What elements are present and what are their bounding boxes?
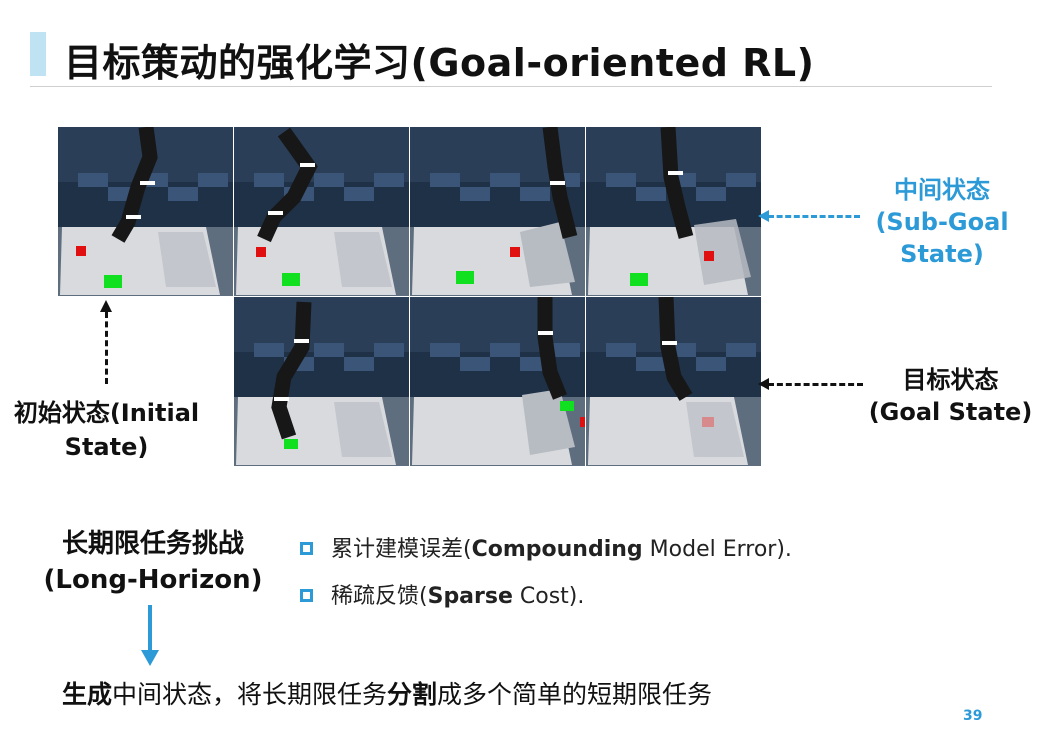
bullet-compounding-error: 累计建模误差(Compounding Model Error). bbox=[300, 535, 792, 565]
sim-frame-goal-3 bbox=[586, 297, 761, 466]
summary-text: 生成中间状态，将长期限任务分割成多个简单的短期限任务 bbox=[62, 680, 713, 709]
initial-dashed-arrow bbox=[105, 312, 108, 384]
sim-frame-initial bbox=[58, 127, 233, 296]
sim-frame-subgoal-3 bbox=[586, 127, 761, 296]
goal-label-en: (Goal State) bbox=[868, 398, 1033, 426]
sub-goal-dashed-arrow bbox=[768, 215, 860, 218]
title-accent-bar bbox=[30, 32, 46, 76]
title-divider bbox=[30, 86, 992, 87]
goal-label-cn: 目标状态 bbox=[902, 366, 999, 394]
long-horizon-en: (Long-Horizon) bbox=[43, 565, 263, 595]
long-horizon-heading: 长期限任务挑战 (Long-Horizon) bbox=[28, 526, 278, 598]
down-arrow-head bbox=[141, 650, 159, 666]
initial-label-line-1: 初始状态(Initial bbox=[13, 399, 200, 427]
sub-goal-label-en-2: State) bbox=[900, 240, 984, 268]
initial-state-label: 初始状态(Initial State) bbox=[4, 396, 209, 464]
sub-goal-label-cn: 中间状态 bbox=[894, 176, 990, 204]
bullet-square-icon bbox=[300, 542, 313, 555]
page-number: 39 bbox=[963, 708, 983, 724]
bullet-square-icon bbox=[300, 589, 313, 602]
initial-arrow-head bbox=[100, 300, 112, 312]
page-title: 目标策动的强化学习(Goal-oriented RL) bbox=[64, 41, 815, 85]
sim-frame-goal-2 bbox=[410, 297, 585, 466]
sim-frame-goal-1 bbox=[234, 297, 409, 466]
sim-frame-subgoal-2 bbox=[410, 127, 585, 296]
goal-dashed-arrow bbox=[768, 383, 863, 386]
down-arrow-shaft bbox=[148, 605, 152, 653]
bullet-sparse-cost: 稀疏反馈(Sparse Cost). bbox=[300, 582, 584, 612]
sub-goal-label: 中间状态 (Sub-Goal State) bbox=[862, 174, 1022, 270]
goal-label: 目标状态 (Goal State) bbox=[868, 364, 1033, 428]
long-horizon-cn: 长期限任务挑战 bbox=[61, 529, 244, 559]
sub-goal-label-en-1: (Sub-Goal bbox=[875, 208, 1009, 236]
initial-label-line-2: State) bbox=[64, 433, 149, 461]
sim-frame-subgoal-1 bbox=[234, 127, 409, 296]
